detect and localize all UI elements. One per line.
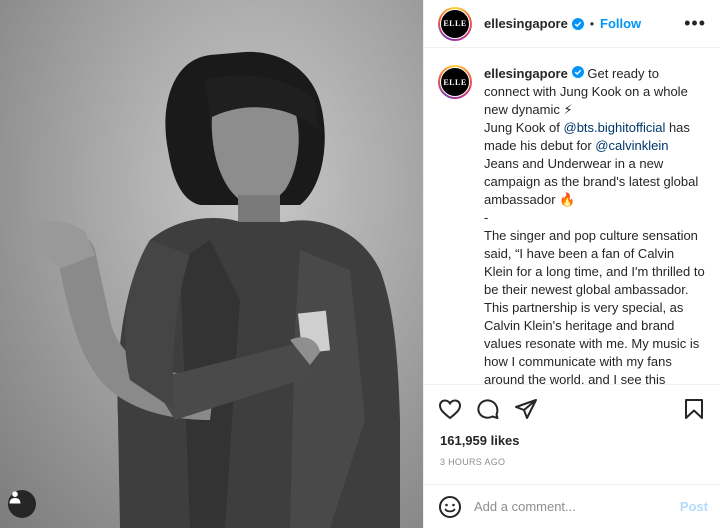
follow-button[interactable]: Follow: [600, 16, 641, 31]
tag-button[interactable]: [8, 490, 36, 518]
share-button[interactable]: [514, 397, 538, 421]
verified-badge-icon: [571, 17, 584, 30]
person-tag-icon: [9, 491, 21, 504]
post-comment-button[interactable]: Post: [680, 499, 708, 514]
smiley-icon: [439, 495, 461, 518]
heart-icon: [438, 398, 462, 419]
like-button[interactable]: [438, 397, 462, 421]
likes-count[interactable]: 161,959 likes: [440, 433, 520, 448]
comment-bar: Post: [424, 484, 720, 528]
mention-bts-bighitofficial[interactable]: @bts.bighitofficial: [564, 120, 666, 135]
caption-avatar[interactable]: ELLE: [438, 65, 472, 99]
caption-avatar-logo: ELLE: [440, 67, 470, 97]
post-side-panel: ELLE ellesingapore • Follow ••• ELLE ell…: [423, 0, 720, 528]
comment-input[interactable]: [472, 498, 680, 515]
header-username[interactable]: ellesingapore: [484, 16, 568, 31]
instagram-post: ELLE ellesingapore • Follow ••• ELLE ell…: [0, 0, 720, 528]
avatar[interactable]: ELLE: [438, 6, 472, 41]
mention-calvinklein[interactable]: @calvinklein: [595, 138, 668, 153]
comment-button[interactable]: [476, 397, 500, 421]
header-separator: •: [589, 16, 595, 31]
avatar-logo: ELLE: [440, 8, 470, 39]
emoji-button[interactable]: [438, 495, 462, 519]
caption-verified-badge-icon: [571, 66, 584, 78]
post-timestamp[interactable]: 3 HOURS AGO: [440, 457, 505, 467]
paper-plane-icon: [515, 398, 537, 419]
caption-username[interactable]: ellesingapore: [484, 66, 568, 81]
photo-jung-kook-denim-jacket: [30, 51, 401, 528]
comment-icon: [477, 398, 499, 419]
action-bar: [424, 384, 720, 432]
caption-text: ellesingapore Get ready to connect with …: [484, 65, 706, 384]
caption-section: ELLE ellesingapore Get ready to connect …: [424, 49, 720, 384]
save-button[interactable]: [682, 397, 706, 421]
caption-part-3: Jeans and Underwear in a new campaign as…: [484, 156, 705, 384]
post-header: ELLE ellesingapore • Follow •••: [424, 0, 720, 48]
bookmark-icon: [685, 398, 703, 419]
more-options-button[interactable]: •••: [684, 13, 706, 34]
post-photo[interactable]: [0, 0, 423, 528]
